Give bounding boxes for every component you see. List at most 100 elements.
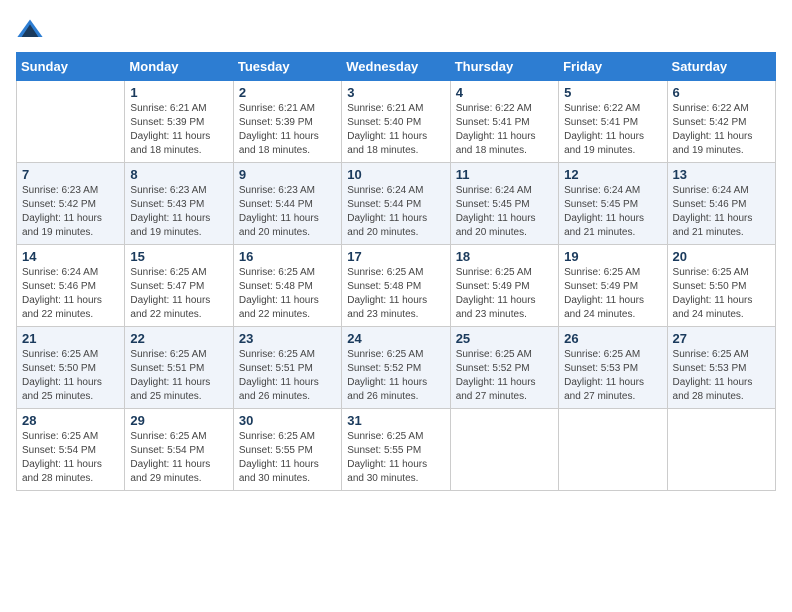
calendar-table: SundayMondayTuesdayWednesdayThursdayFrid… bbox=[16, 52, 776, 491]
header-row: SundayMondayTuesdayWednesdayThursdayFrid… bbox=[17, 53, 776, 81]
day-info: Sunrise: 6:25 AM Sunset: 5:48 PM Dayligh… bbox=[347, 266, 444, 322]
calendar-day-cell: 30 Sunrise: 6:25 AM Sunset: 5:55 PM Dayli… bbox=[233, 409, 341, 491]
calendar-day-cell: 21Sunrise: 6:25 AM Sunset: 5:50 PM Dayli… bbox=[17, 327, 125, 409]
day-info: Sunrise: 6:24 AM Sunset: 5:46 PM Dayligh… bbox=[22, 266, 119, 322]
day-number: 14 bbox=[22, 249, 119, 264]
calendar-day-cell: 23Sunrise: 6:25 AM Sunset: 5:51 PM Dayli… bbox=[233, 327, 341, 409]
calendar-day-cell: 20 Sunrise: 6:25 AM Sunset: 5:50 PM Dayli… bbox=[667, 245, 775, 327]
logo bbox=[16, 16, 48, 44]
day-number: 25 bbox=[456, 331, 553, 346]
calendar-week-row: 28 Sunrise: 6:25 AM Sunset: 5:54 PM Dayli… bbox=[17, 409, 776, 491]
day-number: 18 bbox=[456, 249, 553, 264]
calendar-day-cell bbox=[450, 409, 558, 491]
day-number: 5 bbox=[564, 85, 661, 100]
day-number: 20 bbox=[673, 249, 770, 264]
calendar-day-cell: 9Sunrise: 6:23 AM Sunset: 5:44 PM Daylig… bbox=[233, 163, 341, 245]
calendar-day-cell: 1 Sunrise: 6:21 AM Sunset: 5:39 PM Daylig… bbox=[125, 81, 233, 163]
day-number: 29 bbox=[130, 413, 227, 428]
calendar-day-cell bbox=[667, 409, 775, 491]
day-number: 12 bbox=[564, 167, 661, 182]
day-info: Sunrise: 6:25 AM Sunset: 5:51 PM Dayligh… bbox=[130, 348, 227, 404]
day-number: 16 bbox=[239, 249, 336, 264]
day-number: 17 bbox=[347, 249, 444, 264]
calendar-day-cell: 8 Sunrise: 6:23 AM Sunset: 5:43 PM Daylig… bbox=[125, 163, 233, 245]
day-of-week-header: Friday bbox=[559, 53, 667, 81]
day-number: 4 bbox=[456, 85, 553, 100]
calendar-day-cell bbox=[559, 409, 667, 491]
calendar-week-row: 21Sunrise: 6:25 AM Sunset: 5:50 PM Dayli… bbox=[17, 327, 776, 409]
day-info: Sunrise: 6:25 AM Sunset: 5:50 PM Dayligh… bbox=[22, 348, 119, 404]
day-info: Sunrise: 6:21 AM Sunset: 5:40 PM Dayligh… bbox=[347, 102, 444, 158]
day-info: Sunrise: 6:25 AM Sunset: 5:54 PM Dayligh… bbox=[22, 430, 119, 486]
calendar-day-cell: 6 Sunrise: 6:22 AM Sunset: 5:42 PM Daylig… bbox=[667, 81, 775, 163]
day-info: Sunrise: 6:21 AM Sunset: 5:39 PM Dayligh… bbox=[239, 102, 336, 158]
calendar-day-cell: 13 Sunrise: 6:24 AM Sunset: 5:46 PM Dayli… bbox=[667, 163, 775, 245]
day-number: 30 bbox=[239, 413, 336, 428]
calendar-day-cell: 31 Sunrise: 6:25 AM Sunset: 5:55 PM Dayli… bbox=[342, 409, 450, 491]
day-info: Sunrise: 6:21 AM Sunset: 5:39 PM Dayligh… bbox=[130, 102, 227, 158]
day-number: 2 bbox=[239, 85, 336, 100]
calendar-day-cell: 4 Sunrise: 6:22 AM Sunset: 5:41 PM Daylig… bbox=[450, 81, 558, 163]
calendar-day-cell: 7 Sunrise: 6:23 AM Sunset: 5:42 PM Daylig… bbox=[17, 163, 125, 245]
day-of-week-header: Saturday bbox=[667, 53, 775, 81]
calendar-day-cell: 19Sunrise: 6:25 AM Sunset: 5:49 PM Dayli… bbox=[559, 245, 667, 327]
calendar-day-cell: 11Sunrise: 6:24 AM Sunset: 5:45 PM Dayli… bbox=[450, 163, 558, 245]
calendar-day-cell: 10 Sunrise: 6:24 AM Sunset: 5:44 PM Dayli… bbox=[342, 163, 450, 245]
day-info: Sunrise: 6:22 AM Sunset: 5:41 PM Dayligh… bbox=[456, 102, 553, 158]
day-number: 7 bbox=[22, 167, 119, 182]
day-number: 6 bbox=[673, 85, 770, 100]
day-info: Sunrise: 6:24 AM Sunset: 5:44 PM Dayligh… bbox=[347, 184, 444, 240]
day-info: Sunrise: 6:25 AM Sunset: 5:48 PM Dayligh… bbox=[239, 266, 336, 322]
day-number: 8 bbox=[130, 167, 227, 182]
page-header bbox=[16, 16, 776, 44]
calendar-day-cell: 22Sunrise: 6:25 AM Sunset: 5:51 PM Dayli… bbox=[125, 327, 233, 409]
day-number: 15 bbox=[130, 249, 227, 264]
day-number: 27 bbox=[673, 331, 770, 346]
day-info: Sunrise: 6:25 AM Sunset: 5:55 PM Dayligh… bbox=[239, 430, 336, 486]
day-number: 31 bbox=[347, 413, 444, 428]
calendar-day-cell: 15 Sunrise: 6:25 AM Sunset: 5:47 PM Dayli… bbox=[125, 245, 233, 327]
day-info: Sunrise: 6:25 AM Sunset: 5:47 PM Dayligh… bbox=[130, 266, 227, 322]
day-number: 1 bbox=[130, 85, 227, 100]
day-info: Sunrise: 6:24 AM Sunset: 5:45 PM Dayligh… bbox=[564, 184, 661, 240]
calendar-day-cell bbox=[17, 81, 125, 163]
day-info: Sunrise: 6:25 AM Sunset: 5:52 PM Dayligh… bbox=[456, 348, 553, 404]
calendar-day-cell: 26 Sunrise: 6:25 AM Sunset: 5:53 PM Dayli… bbox=[559, 327, 667, 409]
day-of-week-header: Monday bbox=[125, 53, 233, 81]
calendar-day-cell: 29Sunrise: 6:25 AM Sunset: 5:54 PM Dayli… bbox=[125, 409, 233, 491]
day-number: 26 bbox=[564, 331, 661, 346]
day-info: Sunrise: 6:23 AM Sunset: 5:43 PM Dayligh… bbox=[130, 184, 227, 240]
day-info: Sunrise: 6:25 AM Sunset: 5:50 PM Dayligh… bbox=[673, 266, 770, 322]
calendar-day-cell: 5 Sunrise: 6:22 AM Sunset: 5:41 PM Daylig… bbox=[559, 81, 667, 163]
day-info: Sunrise: 6:25 AM Sunset: 5:49 PM Dayligh… bbox=[456, 266, 553, 322]
day-info: Sunrise: 6:22 AM Sunset: 5:41 PM Dayligh… bbox=[564, 102, 661, 158]
day-number: 10 bbox=[347, 167, 444, 182]
calendar-week-row: 1 Sunrise: 6:21 AM Sunset: 5:39 PM Daylig… bbox=[17, 81, 776, 163]
day-of-week-header: Thursday bbox=[450, 53, 558, 81]
calendar-body: 1 Sunrise: 6:21 AM Sunset: 5:39 PM Daylig… bbox=[17, 81, 776, 491]
day-info: Sunrise: 6:22 AM Sunset: 5:42 PM Dayligh… bbox=[673, 102, 770, 158]
day-number: 23 bbox=[239, 331, 336, 346]
calendar-day-cell: 25 Sunrise: 6:25 AM Sunset: 5:52 PM Dayli… bbox=[450, 327, 558, 409]
day-info: Sunrise: 6:25 AM Sunset: 5:53 PM Dayligh… bbox=[673, 348, 770, 404]
calendar-day-cell: 16 Sunrise: 6:25 AM Sunset: 5:48 PM Dayli… bbox=[233, 245, 341, 327]
calendar-day-cell: 18 Sunrise: 6:25 AM Sunset: 5:49 PM Dayli… bbox=[450, 245, 558, 327]
day-info: Sunrise: 6:24 AM Sunset: 5:46 PM Dayligh… bbox=[673, 184, 770, 240]
day-info: Sunrise: 6:23 AM Sunset: 5:42 PM Dayligh… bbox=[22, 184, 119, 240]
calendar-day-cell: 28 Sunrise: 6:25 AM Sunset: 5:54 PM Dayli… bbox=[17, 409, 125, 491]
day-number: 28 bbox=[22, 413, 119, 428]
calendar-day-cell: 3 Sunrise: 6:21 AM Sunset: 5:40 PM Daylig… bbox=[342, 81, 450, 163]
day-number: 3 bbox=[347, 85, 444, 100]
calendar-day-cell: 17 Sunrise: 6:25 AM Sunset: 5:48 PM Dayli… bbox=[342, 245, 450, 327]
calendar-week-row: 14 Sunrise: 6:24 AM Sunset: 5:46 PM Dayli… bbox=[17, 245, 776, 327]
day-info: Sunrise: 6:25 AM Sunset: 5:55 PM Dayligh… bbox=[347, 430, 444, 486]
calendar-day-cell: 12 Sunrise: 6:24 AM Sunset: 5:45 PM Dayli… bbox=[559, 163, 667, 245]
day-info: Sunrise: 6:25 AM Sunset: 5:52 PM Dayligh… bbox=[347, 348, 444, 404]
day-number: 11 bbox=[456, 167, 553, 182]
day-number: 13 bbox=[673, 167, 770, 182]
day-number: 9 bbox=[239, 167, 336, 182]
day-of-week-header: Wednesday bbox=[342, 53, 450, 81]
day-of-week-header: Tuesday bbox=[233, 53, 341, 81]
calendar-week-row: 7 Sunrise: 6:23 AM Sunset: 5:42 PM Daylig… bbox=[17, 163, 776, 245]
day-info: Sunrise: 6:25 AM Sunset: 5:53 PM Dayligh… bbox=[564, 348, 661, 404]
